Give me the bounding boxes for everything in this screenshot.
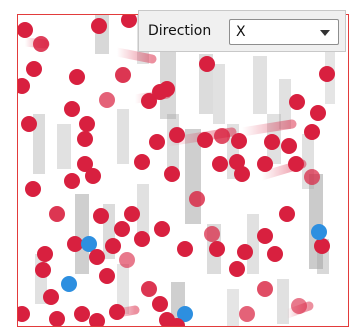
red-particle bbox=[25, 181, 41, 197]
red-particle bbox=[79, 116, 95, 132]
gray-streak bbox=[227, 289, 239, 327]
red-particle bbox=[121, 14, 137, 28]
gray-streak bbox=[117, 109, 129, 164]
red-particle bbox=[99, 268, 115, 284]
red-particle bbox=[43, 289, 59, 305]
red-particle bbox=[291, 298, 307, 314]
red-particle bbox=[35, 262, 51, 278]
red-particle bbox=[231, 133, 247, 149]
red-particle bbox=[257, 156, 273, 172]
chevron-down-icon[interactable] bbox=[320, 30, 330, 36]
red-particle bbox=[17, 22, 33, 38]
red-particle bbox=[64, 173, 80, 189]
red-particle bbox=[279, 206, 295, 222]
red-particle bbox=[214, 128, 230, 144]
red-particle bbox=[289, 94, 305, 110]
red-particle bbox=[159, 81, 175, 97]
red-particle bbox=[149, 134, 165, 150]
gray-streak bbox=[75, 194, 89, 274]
direction-control-panel: Direction X bbox=[138, 10, 346, 52]
red-particle bbox=[89, 249, 105, 265]
red-particle bbox=[69, 69, 85, 85]
red-particle bbox=[199, 56, 215, 72]
red-particle bbox=[49, 206, 65, 222]
blue-particle bbox=[61, 276, 77, 292]
red-particle bbox=[17, 306, 30, 322]
gray-streak bbox=[213, 64, 225, 124]
red-particle bbox=[26, 61, 42, 77]
red-particle bbox=[267, 246, 283, 262]
particle-trail bbox=[237, 119, 297, 137]
gray-streak bbox=[253, 56, 267, 114]
gray-streak bbox=[247, 214, 259, 274]
red-particle bbox=[124, 206, 140, 222]
red-particle bbox=[319, 66, 335, 82]
red-particle bbox=[237, 244, 253, 260]
red-particle bbox=[314, 238, 330, 254]
direction-label: Direction bbox=[148, 23, 212, 39]
red-particle bbox=[67, 236, 83, 252]
red-particle bbox=[49, 311, 65, 327]
red-particle bbox=[209, 241, 225, 257]
red-particle bbox=[152, 296, 168, 312]
red-particle bbox=[141, 281, 157, 297]
blue-particle bbox=[311, 224, 327, 240]
red-particle bbox=[115, 67, 131, 83]
gray-streak bbox=[57, 124, 71, 169]
red-particle bbox=[91, 18, 107, 34]
red-particle bbox=[197, 132, 213, 148]
red-particle bbox=[64, 101, 80, 117]
red-particle bbox=[37, 246, 53, 262]
red-particle bbox=[229, 154, 245, 170]
red-particle bbox=[154, 221, 170, 237]
red-particle bbox=[93, 208, 109, 224]
red-particle bbox=[134, 231, 150, 247]
red-particle bbox=[288, 156, 304, 172]
particle-scene bbox=[17, 14, 335, 327]
direction-value: X bbox=[236, 24, 246, 40]
red-particle bbox=[114, 221, 130, 237]
red-particle bbox=[304, 169, 320, 185]
red-particle bbox=[77, 131, 93, 147]
red-particle bbox=[89, 313, 105, 327]
red-particle bbox=[281, 138, 297, 154]
red-particle bbox=[189, 191, 205, 207]
red-particle bbox=[204, 226, 220, 242]
direction-select[interactable]: X bbox=[229, 19, 339, 45]
red-particle bbox=[21, 116, 37, 132]
red-particle bbox=[310, 105, 326, 121]
simulation-viewport[interactable] bbox=[17, 14, 349, 327]
red-particle bbox=[257, 228, 273, 244]
red-particle bbox=[74, 306, 90, 322]
red-particle bbox=[134, 154, 150, 170]
red-particle bbox=[109, 304, 125, 320]
red-particle bbox=[85, 168, 101, 184]
red-particle bbox=[229, 261, 245, 277]
red-particle bbox=[239, 306, 255, 322]
red-particle bbox=[17, 78, 30, 94]
red-particle bbox=[212, 156, 228, 172]
red-particle bbox=[177, 241, 193, 257]
red-particle bbox=[304, 124, 320, 140]
red-particle bbox=[99, 92, 115, 108]
red-particle bbox=[169, 127, 185, 143]
red-particle bbox=[257, 281, 273, 297]
red-particle bbox=[164, 166, 180, 182]
red-particle bbox=[105, 238, 121, 254]
red-particle bbox=[33, 36, 49, 52]
red-particle bbox=[264, 134, 280, 150]
red-particle bbox=[119, 252, 135, 268]
